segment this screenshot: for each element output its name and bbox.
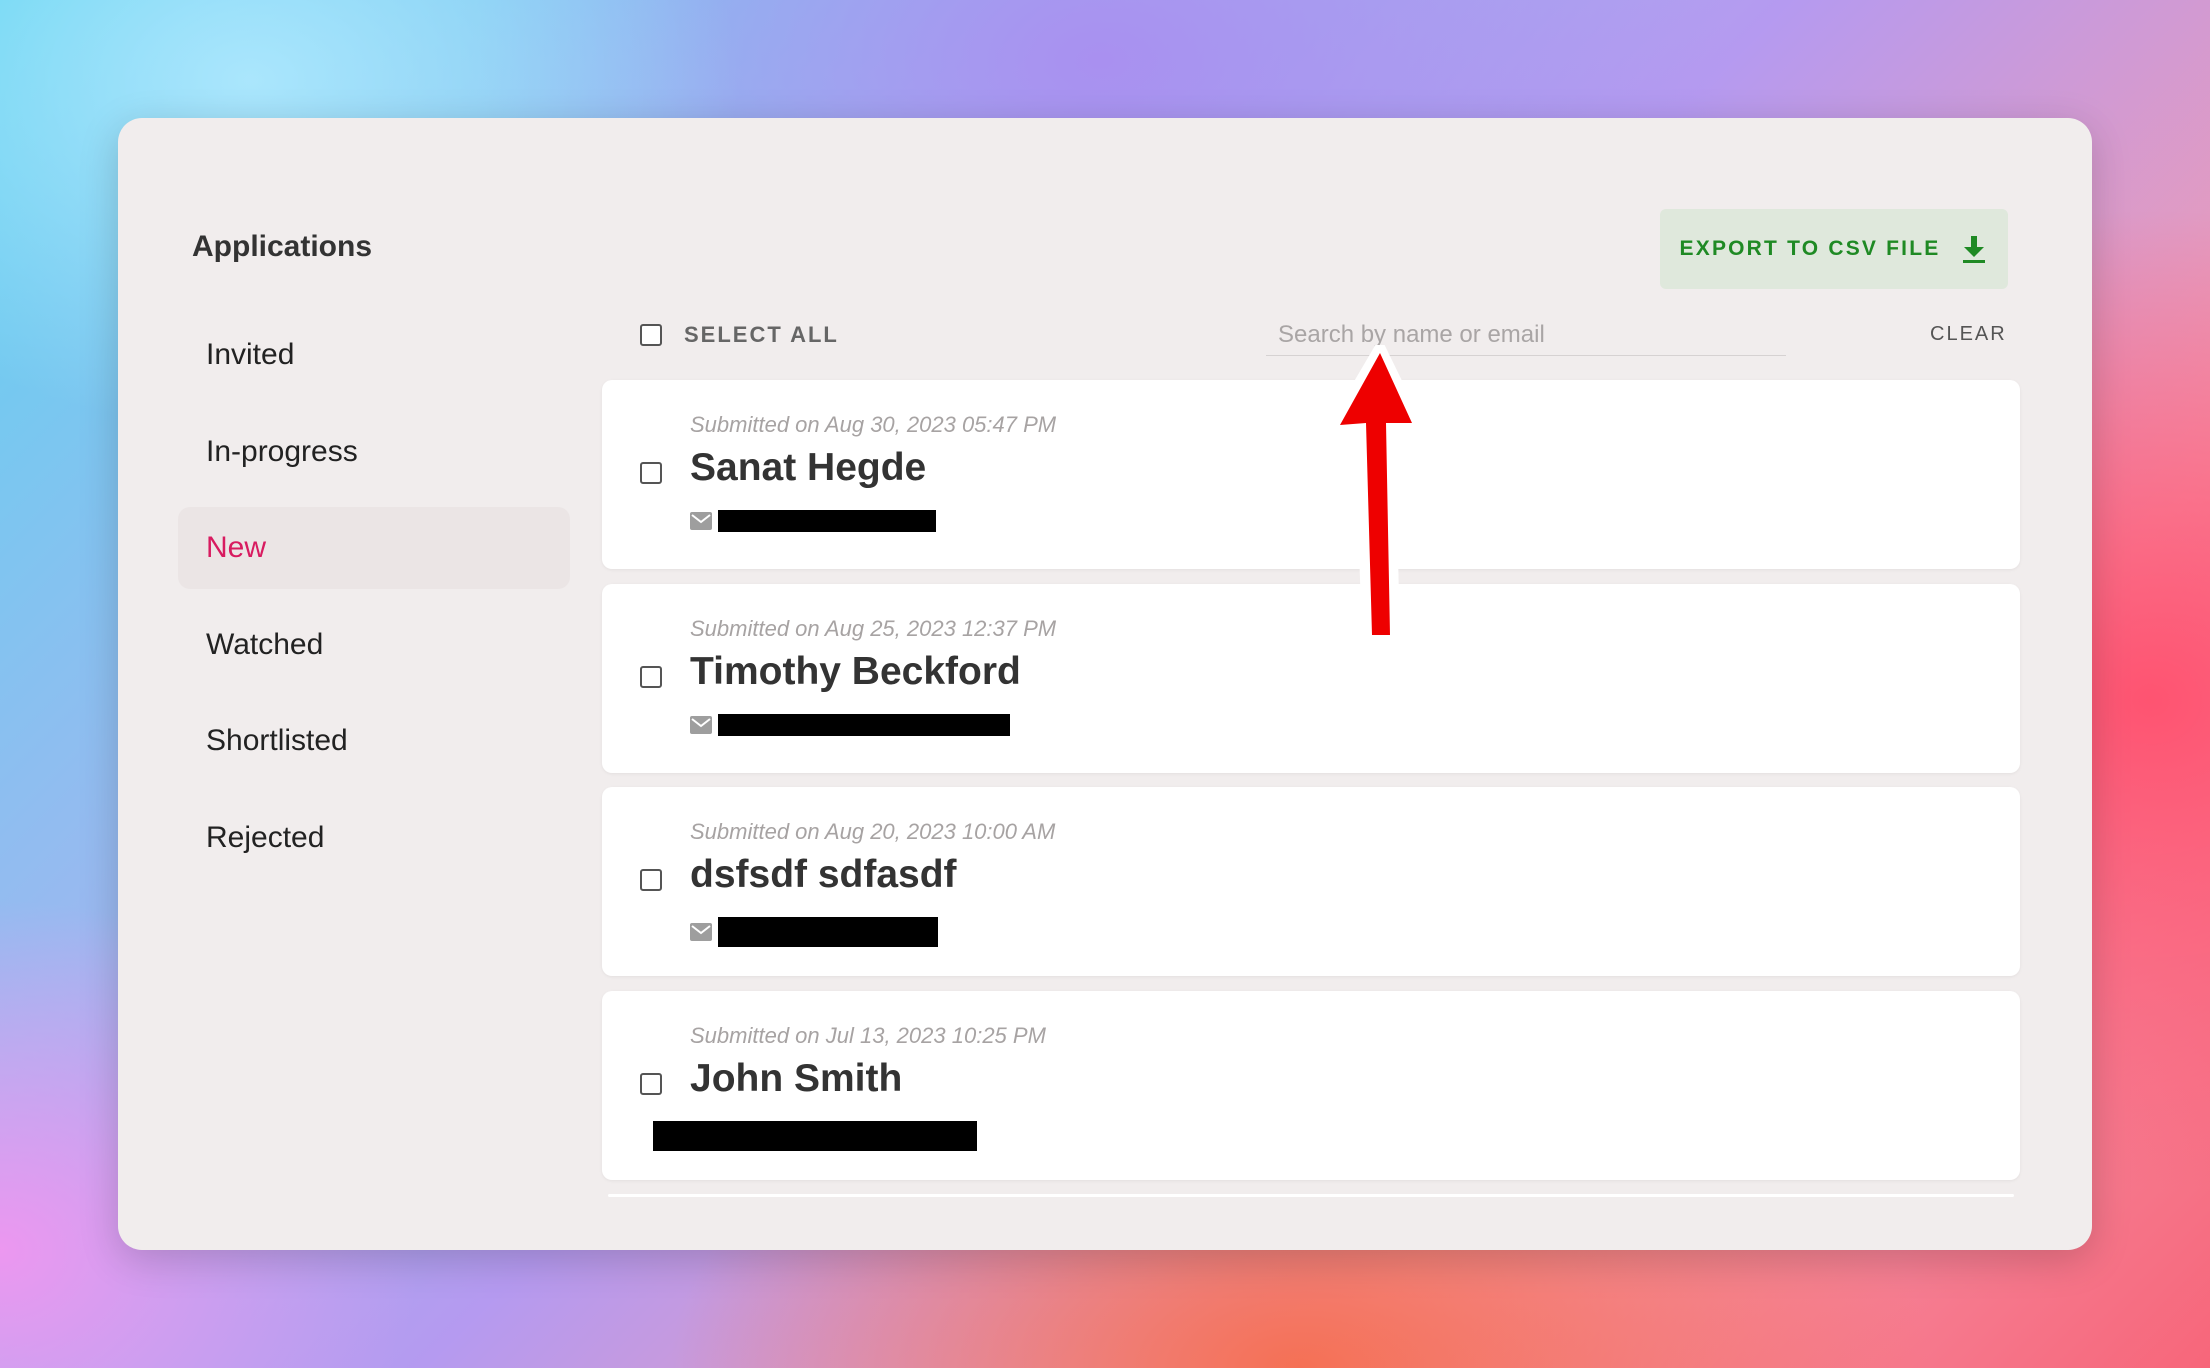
submitted-date: Submitted on Aug 20, 2023 10:00 AM xyxy=(690,819,1056,844)
applicant-email xyxy=(690,510,936,532)
application-checkbox[interactable] xyxy=(640,462,662,484)
sidebar-item-watched[interactable]: Watched xyxy=(178,604,570,686)
redacted-email xyxy=(653,1120,977,1151)
select-all-checkbox[interactable] xyxy=(640,324,662,346)
sidebar-item-invited[interactable]: Invited xyxy=(178,314,570,396)
redacted-email xyxy=(718,713,1010,736)
application-card[interactable]: Submitted on Aug 20, 2023 10:00 AM dsfsd… xyxy=(602,787,2020,976)
redacted-email xyxy=(718,510,936,532)
mail-icon xyxy=(690,512,712,530)
application-checkbox[interactable] xyxy=(640,869,662,891)
application-checkbox[interactable] xyxy=(640,1072,662,1095)
annotation-arrow-icon xyxy=(1327,345,1420,645)
applicant-name[interactable]: Timothy Beckford xyxy=(690,650,1021,694)
application-card-partial xyxy=(608,1194,2014,1197)
sidebar-item-rejected[interactable]: Rejected xyxy=(178,797,570,879)
sidebar-item-shortlisted[interactable]: Shortlisted xyxy=(178,700,570,782)
sidebar-item-in-progress[interactable]: In-progress xyxy=(178,411,570,493)
clear-button[interactable]: CLEAR xyxy=(1930,323,2007,346)
applicant-name[interactable]: Sanat Hegde xyxy=(690,446,926,490)
applicant-name[interactable]: John Smith xyxy=(690,1057,902,1101)
download-icon xyxy=(1963,236,1986,263)
applicant-name[interactable]: dsfsdf sdfasdf xyxy=(690,853,957,897)
application-checkbox[interactable] xyxy=(640,665,662,688)
sidebar-item-new[interactable]: New xyxy=(178,507,570,589)
applicant-email xyxy=(690,713,1010,736)
page-title: Applications xyxy=(192,230,373,263)
submitted-date: Submitted on Jul 13, 2023 10:25 PM xyxy=(690,1022,1046,1048)
submitted-date: Submitted on Aug 30, 2023 05:47 PM xyxy=(690,412,1057,437)
applicant-email xyxy=(690,917,938,947)
mail-icon xyxy=(690,923,712,941)
application-card[interactable]: Submitted on Jul 13, 2023 10:25 PM John … xyxy=(602,990,2020,1180)
select-all-label[interactable]: SELECT ALL xyxy=(684,322,839,348)
applications-panel: Applications Invited In-progress New Wat… xyxy=(118,118,2092,1250)
sidebar-nav: Invited In-progress New Watched Shortlis… xyxy=(178,314,570,893)
applicant-email xyxy=(653,1120,977,1151)
export-csv-label: EXPORT TO CSV FILE xyxy=(1679,237,1941,260)
submitted-date: Submitted on Aug 25, 2023 12:37 PM xyxy=(690,615,1057,641)
export-csv-button[interactable]: EXPORT TO CSV FILE xyxy=(1660,209,2008,289)
redacted-email xyxy=(718,917,938,947)
mail-icon xyxy=(690,715,712,734)
